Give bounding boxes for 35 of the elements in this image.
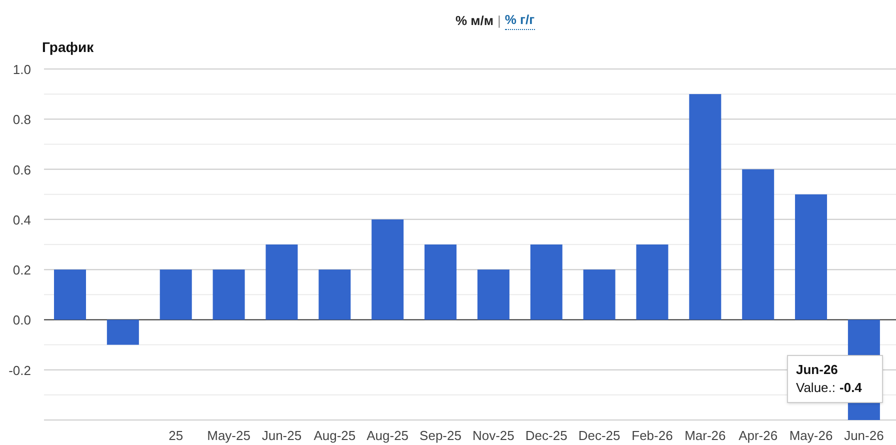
tooltip-title: Jun-26 — [796, 361, 839, 379]
axis-label: Feb-26 — [632, 428, 673, 443]
axis-label: Aug-25 — [314, 428, 356, 443]
axis-label: May-25 — [207, 428, 250, 443]
axis-label: 0.4 — [12, 212, 31, 228]
bar — [583, 270, 616, 320]
tab[interactable]: % м/м — [455, 10, 494, 30]
bar — [160, 270, 192, 320]
axis-label: 0.6 — [12, 162, 31, 178]
axis-label: Jun-26 — [844, 428, 884, 443]
axis-label: 25 — [168, 428, 184, 443]
axis-label: 0.0 — [12, 312, 31, 328]
tab[interactable]: % г/г — [504, 10, 535, 30]
bar — [477, 270, 510, 320]
tab-separator: | — [498, 12, 501, 30]
bar — [212, 270, 245, 320]
axis-label: Dec-25 — [525, 428, 568, 443]
axis-label: Apr-26 — [738, 428, 778, 443]
axis-label: Mar-26 — [684, 428, 726, 443]
chart-title: График — [42, 38, 94, 57]
tooltip-value: -0.4 — [840, 379, 862, 397]
axis-label: May-26 — [789, 428, 833, 443]
bar — [318, 270, 351, 320]
axis-label: 0.2 — [12, 262, 31, 278]
axis-label: Dec-25 — [578, 428, 620, 443]
bar — [54, 270, 86, 320]
axis-label: 0.8 — [12, 112, 31, 128]
axis-label: Aug-25 — [366, 428, 409, 443]
axis-label: Sep-25 — [420, 428, 462, 443]
tooltip-label: Value.: — [796, 379, 836, 397]
bar — [106, 320, 139, 345]
axis-label: -0.2 — [8, 362, 31, 378]
axis-label: Nov-25 — [472, 428, 514, 443]
axis-label: Jun-25 — [262, 428, 302, 443]
axis-label: 1.0 — [12, 62, 31, 77]
